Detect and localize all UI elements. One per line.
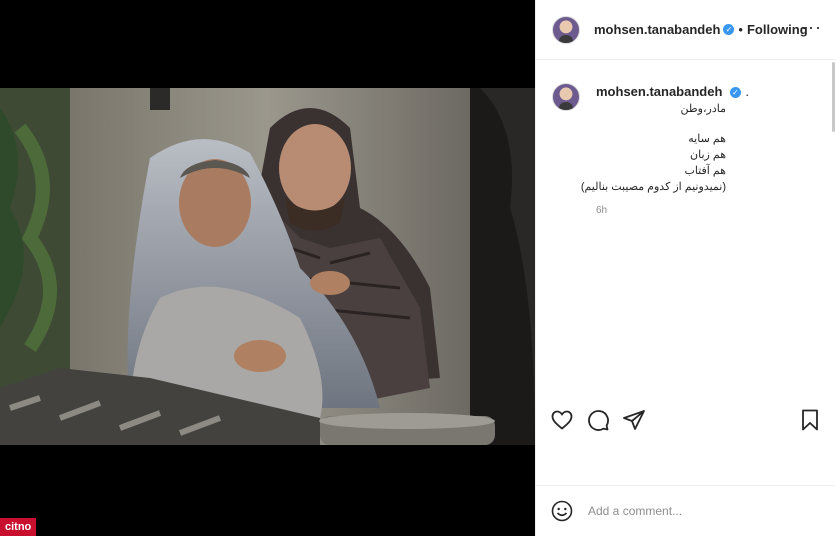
post-timestamp[interactable]: 6h	[596, 205, 820, 216]
caption-line: (نمیدونیم از کدوم مصیبت بنالیم)	[580, 181, 726, 193]
post-photo[interactable]	[0, 88, 535, 445]
bookmark-icon[interactable]	[798, 408, 822, 432]
separator-dot: •	[738, 22, 743, 37]
caption-line: هم آفتاب	[684, 165, 726, 177]
post-media[interactable]: citno	[0, 0, 535, 536]
caption-section: mohsen.tanabandeh ✓ . مادر،وطن هم سایه ه…	[536, 61, 835, 395]
caption-line: هم زبان	[690, 149, 726, 161]
verified-badge-icon: ✓	[723, 24, 735, 35]
comment-bar	[536, 485, 835, 536]
caption-avatar[interactable]	[552, 83, 580, 111]
post-side-panel: mohsen.tanabandeh ✓ • Following ··· mohs…	[535, 0, 835, 536]
header-username[interactable]: mohsen.tanabandeh	[594, 22, 720, 37]
share-icon[interactable]	[622, 408, 646, 432]
comment-input[interactable]	[586, 503, 810, 519]
caption-line: هم سایه	[688, 133, 726, 145]
action-bar	[536, 400, 835, 440]
heart-icon[interactable]	[550, 408, 574, 432]
caption-line: مادر،وطن	[680, 103, 726, 115]
comment-icon[interactable]	[586, 408, 610, 432]
caption-trailing: .	[745, 84, 749, 99]
avatar[interactable]	[552, 15, 580, 44]
caption-username[interactable]: mohsen.tanabandeh	[596, 84, 722, 99]
caption-row: mohsen.tanabandeh ✓ . مادر،وطن هم سایه ه…	[552, 83, 820, 216]
watermark-logo: citno	[0, 518, 37, 536]
more-options-icon[interactable]: ···	[801, 18, 822, 36]
post-header: mohsen.tanabandeh ✓ • Following ···	[536, 0, 835, 60]
following-button[interactable]: Following	[747, 22, 808, 37]
verified-badge-icon: ✓	[729, 87, 741, 98]
caption-text: مادر،وطن هم سایه هم زبان هم آفتاب (نمیدو…	[580, 101, 726, 195]
emoji-icon[interactable]	[550, 499, 574, 523]
caption-body: mohsen.tanabandeh ✓ . مادر،وطن هم سایه ه…	[580, 83, 820, 216]
